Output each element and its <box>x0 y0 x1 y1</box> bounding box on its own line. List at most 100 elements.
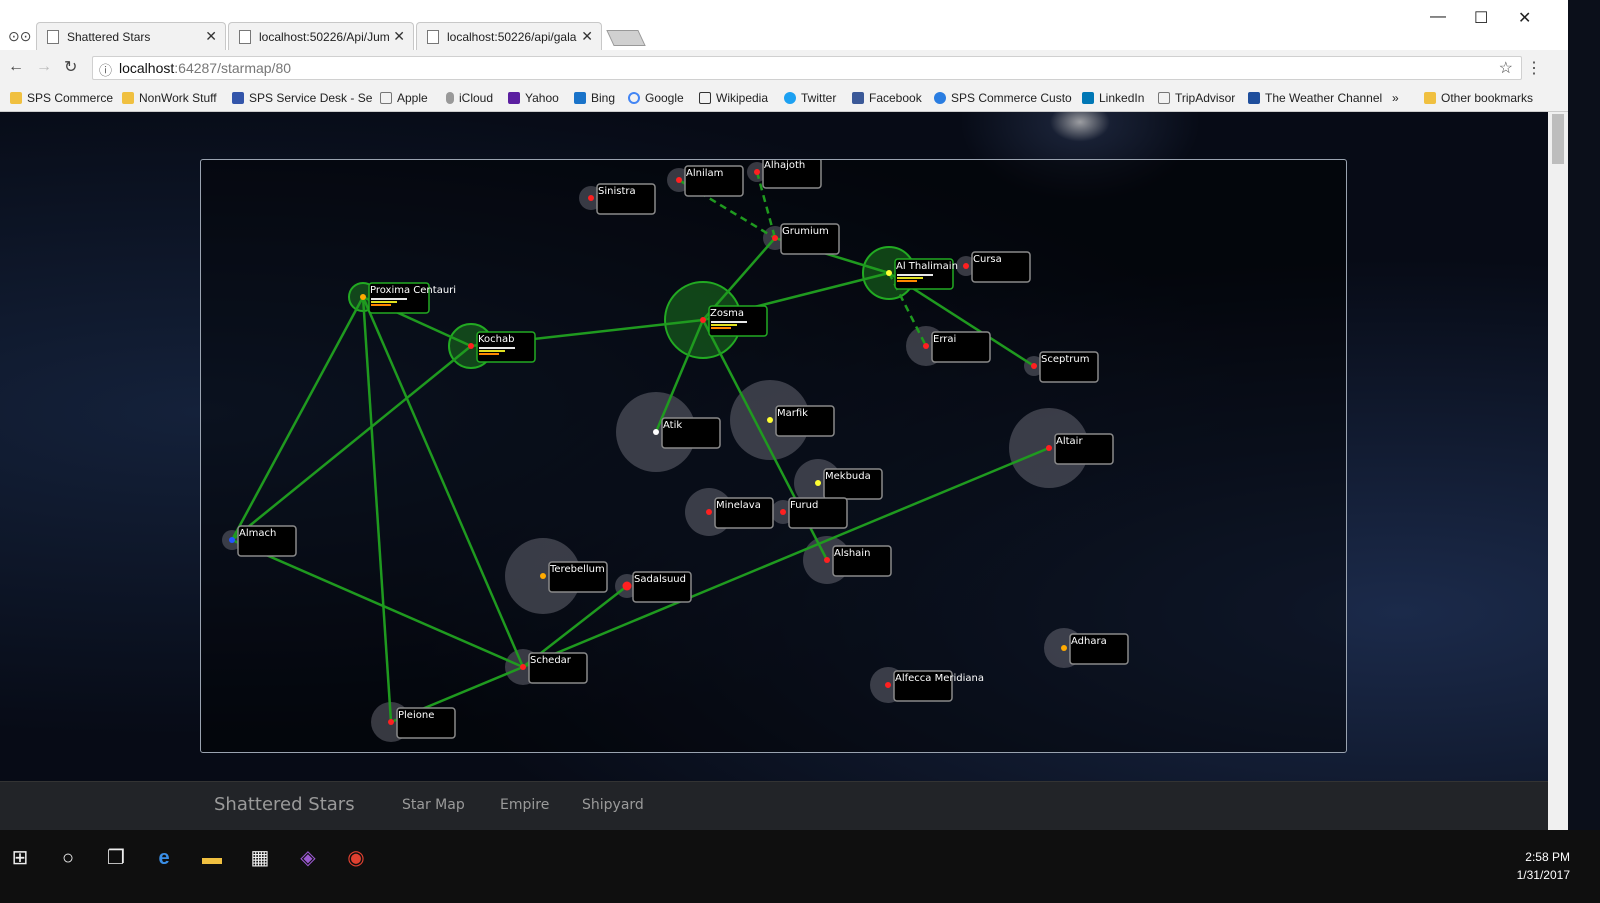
star-dot[interactable] <box>360 294 366 300</box>
bookmark-wikipedia[interactable]: Wikipedia <box>699 91 768 105</box>
cortana-icon[interactable]: ○ <box>56 846 80 870</box>
bookmark-yahoo[interactable]: Yahoo <box>508 91 559 105</box>
star-map-canvas[interactable]: Sinistra Alnilam Alhajoth Grumium Al Thalima… <box>201 160 1348 754</box>
star-system[interactable]: Schedar <box>520 652 588 684</box>
bookmark-linkedin[interactable]: LinkedIn <box>1082 91 1144 105</box>
star-dot[interactable] <box>676 177 682 183</box>
star-system[interactable]: Al Thalimain <box>886 258 958 290</box>
star-system[interactable]: Sinistra <box>588 183 656 215</box>
star-dot[interactable] <box>1046 445 1052 451</box>
star-dot[interactable] <box>520 664 526 670</box>
star-system[interactable]: Alhajoth <box>754 160 822 189</box>
star-dot[interactable] <box>772 235 778 241</box>
close-tab-icon[interactable]: ✕ <box>393 28 405 45</box>
vertical-scrollbar[interactable] <box>1548 112 1568 830</box>
star-system[interactable]: Adhara <box>1061 633 1129 665</box>
tab-shattered-stars[interactable]: Shattered Stars ✕ <box>36 22 226 50</box>
close-tab-icon[interactable]: ✕ <box>205 28 217 45</box>
star-system[interactable]: Cursa <box>963 251 1031 283</box>
scrollbar-thumb[interactable] <box>1552 114 1564 164</box>
bookmark-other-bookmarks[interactable]: Other bookmarks <box>1424 91 1533 105</box>
star-dot[interactable] <box>540 573 546 579</box>
bookmark-weather-channel[interactable]: The Weather Channel <box>1248 91 1382 105</box>
bookmark-icloud[interactable]: iCloud <box>446 91 493 105</box>
star-system[interactable]: Minelava <box>706 497 774 529</box>
star-system[interactable]: Sceptrum <box>1031 351 1099 383</box>
star-dot[interactable] <box>588 195 594 201</box>
star-dot[interactable] <box>824 557 830 563</box>
maximize-icon[interactable]: ☐ <box>1474 8 1488 28</box>
star-system[interactable]: Marfik <box>767 405 835 437</box>
star-dot[interactable] <box>229 537 235 543</box>
chrome-icon[interactable]: ◉ <box>344 846 368 870</box>
new-tab-button[interactable] <box>606 30 646 46</box>
star-system[interactable]: Alshain <box>824 545 892 577</box>
bookmark-apple[interactable]: Apple <box>380 91 428 105</box>
forward-icon[interactable]: → <box>36 58 52 76</box>
star-dot[interactable] <box>622 581 632 591</box>
star-dot[interactable] <box>886 270 892 276</box>
system-clock[interactable]: 2:58 PM 1/31/2017 <box>1517 848 1570 884</box>
star-dot[interactable] <box>388 719 394 725</box>
star-dot[interactable] <box>1061 645 1067 651</box>
star-system[interactable]: Furud <box>780 497 848 529</box>
close-window-icon[interactable]: ✕ <box>1518 8 1531 28</box>
store-icon[interactable]: ▦ <box>248 846 272 870</box>
reload-icon[interactable]: ↻ <box>64 57 77 77</box>
star-dot[interactable] <box>767 417 773 423</box>
bookmark-sps-commerce[interactable]: SPS Commerce <box>10 91 113 105</box>
bookmark-facebook[interactable]: Facebook <box>852 91 922 105</box>
star-system[interactable]: Alnilam <box>676 165 744 197</box>
edge-icon[interactable]: e <box>152 846 176 870</box>
star-system[interactable]: Zosma <box>700 305 768 337</box>
star-system[interactable]: Kochab <box>468 331 536 363</box>
bookmarks-overflow-button[interactable]: » <box>1392 91 1399 105</box>
visual-studio-icon[interactable]: ◈ <box>296 846 320 870</box>
info-icon[interactable]: ⓘ <box>99 60 112 79</box>
star-dot[interactable] <box>963 263 969 269</box>
star-system[interactable]: Errai <box>923 331 991 363</box>
star-dot[interactable] <box>1031 363 1037 369</box>
star-system[interactable]: Proxima Centauri <box>360 282 456 314</box>
star-system[interactable]: Terebellum <box>540 561 608 593</box>
star-dot[interactable] <box>815 480 821 486</box>
star-system[interactable]: Atik <box>653 417 721 449</box>
star-system[interactable]: Alfecca Meridiana <box>885 670 984 702</box>
star-system[interactable]: Sadalsuud <box>622 571 692 603</box>
bookmark-bing[interactable]: Bing <box>574 91 615 105</box>
bookmark-tripadvisor[interactable]: TripAdvisor <box>1158 91 1235 105</box>
nav-empire[interactable]: Empire <box>500 797 549 813</box>
star-dot[interactable] <box>468 343 474 349</box>
star-dot[interactable] <box>885 682 891 688</box>
star-system[interactable]: Mekbuda <box>815 468 883 500</box>
file-explorer-icon[interactable]: ▬ <box>200 846 224 870</box>
tab-api-jump[interactable]: localhost:50226/Api/Jum ✕ <box>228 22 414 50</box>
star-dot[interactable] <box>706 509 712 515</box>
star-dot[interactable] <box>754 169 760 175</box>
star-map[interactable]: Sinistra Alnilam Alhajoth Grumium Al Thalima… <box>200 159 1347 753</box>
brand-link[interactable]: Shattered Stars <box>214 794 355 815</box>
task-view-icon[interactable]: ❐ <box>104 846 128 870</box>
windows-start-icon[interactable]: ⊞ <box>8 846 32 870</box>
star-dot[interactable] <box>923 343 929 349</box>
tab-api-galaxy[interactable]: localhost:50226/api/gala ✕ <box>416 22 602 50</box>
nav-star-map[interactable]: Star Map <box>402 797 465 813</box>
star-system[interactable]: Almach <box>229 525 297 557</box>
bookmark-google[interactable]: Google <box>628 91 684 105</box>
menu-icon[interactable]: ⋮ <box>1526 58 1542 78</box>
star-dot[interactable] <box>653 429 659 435</box>
bookmark-sps-service-desk[interactable]: SPS Service Desk - Se <box>232 91 372 105</box>
back-icon[interactable]: ← <box>8 58 24 76</box>
close-tab-icon[interactable]: ✕ <box>581 28 593 45</box>
star-system[interactable]: Pleione <box>388 707 456 739</box>
star-dot[interactable] <box>780 509 786 515</box>
bookmark-nonwork-stuff[interactable]: NonWork Stuff <box>122 91 217 105</box>
star-system[interactable]: Grumium <box>772 223 840 255</box>
bookmark-sps-commerce-custo[interactable]: SPS Commerce Custo <box>934 91 1072 105</box>
star-dot[interactable] <box>700 317 706 323</box>
nav-shipyard[interactable]: Shipyard <box>582 797 644 813</box>
star-system[interactable]: Altair <box>1046 433 1114 465</box>
bookmark-twitter[interactable]: Twitter <box>784 91 836 105</box>
address-bar[interactable]: ⓘ localhost:64287/starmap/80 ☆ <box>92 56 1522 80</box>
bookmark-star-icon[interactable]: ☆ <box>1499 58 1513 78</box>
